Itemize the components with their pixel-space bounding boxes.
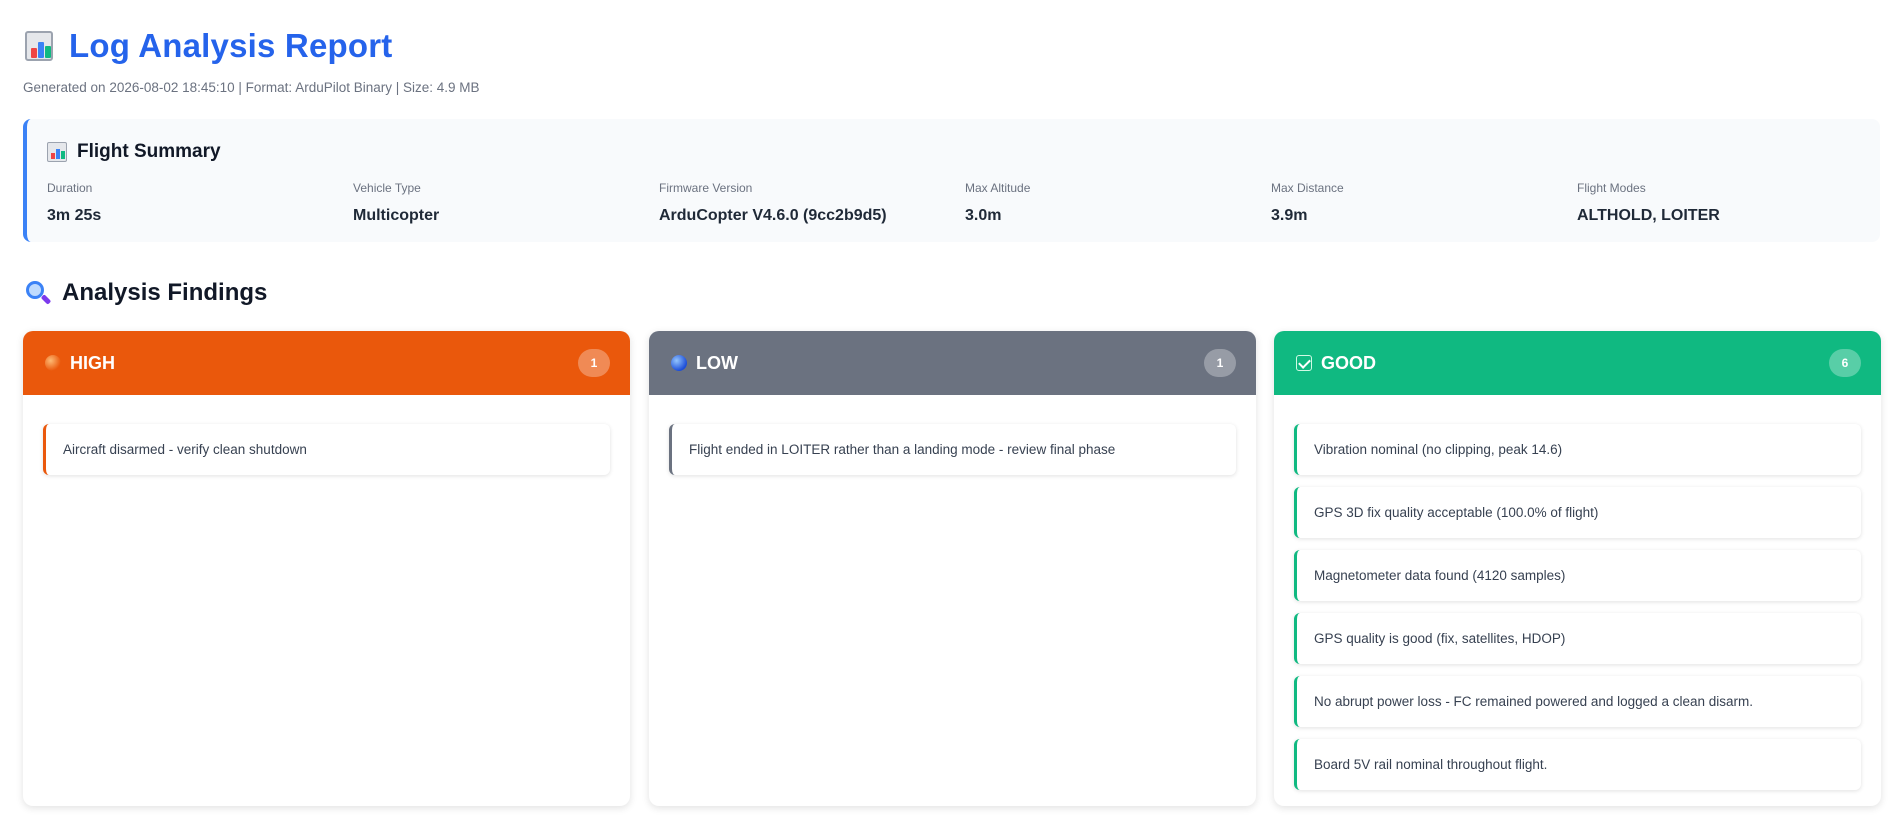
finding-item: Vibration nominal (no clipping, peak 14.… [1294,424,1861,475]
finding-item: Flight ended in LOITER rather than a lan… [669,424,1236,475]
blue-circle-icon [671,355,687,371]
stat-value: ALTHOLD, LOITER [1577,207,1720,224]
report-metadata: Generated on 2026-08-02 18:45:10 | Forma… [23,80,480,95]
severity-label: LOW [696,352,738,373]
count-badge: 1 [578,349,610,377]
finding-item: Magnetometer data found (4120 samples) [1294,550,1861,601]
page-title: Log Analysis Report [69,27,393,64]
findings-heading: Analysis Findings [24,279,267,307]
report-header: Log Analysis Report Generated on 2026-08… [23,22,480,95]
finding-item: Aircraft disarmed - verify clean shutdow… [43,424,610,475]
stat-max-distance: Max Distance 3.9m [1271,181,1577,225]
flight-summary-card: Flight Summary Duration 3m 25s Vehicle T… [23,119,1880,242]
stat-label: Vehicle Type [353,181,421,195]
summary-stats: Duration 3m 25s Vehicle Type Multicopter… [47,181,1883,225]
stat-value: ArduCopter V4.6.0 (9cc2b9d5) [659,207,887,224]
check-mark-icon [1296,355,1312,371]
column-header-good: GOOD 6 [1274,331,1881,395]
finding-item: Board 5V rail nominal throughout flight. [1294,739,1861,790]
findings-column-good: GOOD 6 Vibration nominal (no clipping, p… [1274,331,1881,806]
severity-label: HIGH [70,352,115,373]
finding-item: GPS quality is good (fix, satellites, HD… [1294,613,1861,664]
stat-label: Max Distance [1271,181,1344,195]
stat-vehicle-type: Vehicle Type Multicopter [353,181,659,225]
stat-flight-modes: Flight Modes ALTHOLD, LOITER [1577,181,1883,225]
magnifier-icon [24,279,52,307]
column-header-high: HIGH 1 [23,331,630,395]
column-header-low: LOW 1 [649,331,1256,395]
findings-column-high: HIGH 1 Aircraft disarmed - verify clean … [23,331,630,806]
count-badge: 6 [1829,349,1861,377]
severity-label: GOOD [1321,352,1377,373]
stat-duration: Duration 3m 25s [47,181,353,225]
stat-value: 3m 25s [47,207,102,224]
finding-item: No abrupt power loss - FC remained power… [1294,676,1861,727]
stat-value: 3.0m [965,207,1002,224]
stat-label: Firmware Version [659,181,753,195]
orange-circle-icon [45,355,61,371]
stat-value: Multicopter [353,207,440,224]
summary-title: Flight Summary [77,141,221,162]
stat-max-altitude: Max Altitude 3.0m [965,181,1271,225]
stat-label: Max Altitude [965,181,1031,195]
bar-chart-icon [23,29,57,63]
stat-label: Flight Modes [1577,181,1646,195]
findings-title: Analysis Findings [62,279,268,306]
stat-firmware-version: Firmware Version ArduCopter V4.6.0 (9cc2… [659,181,965,225]
stat-label: Duration [47,181,93,195]
count-badge: 1 [1204,349,1236,377]
findings-column-low: LOW 1 Flight ended in LOITER rather than… [649,331,1256,806]
finding-item: GPS 3D fix quality acceptable (100.0% of… [1294,487,1861,538]
bar-chart-icon [47,142,67,162]
stat-value: 3.9m [1271,207,1308,224]
